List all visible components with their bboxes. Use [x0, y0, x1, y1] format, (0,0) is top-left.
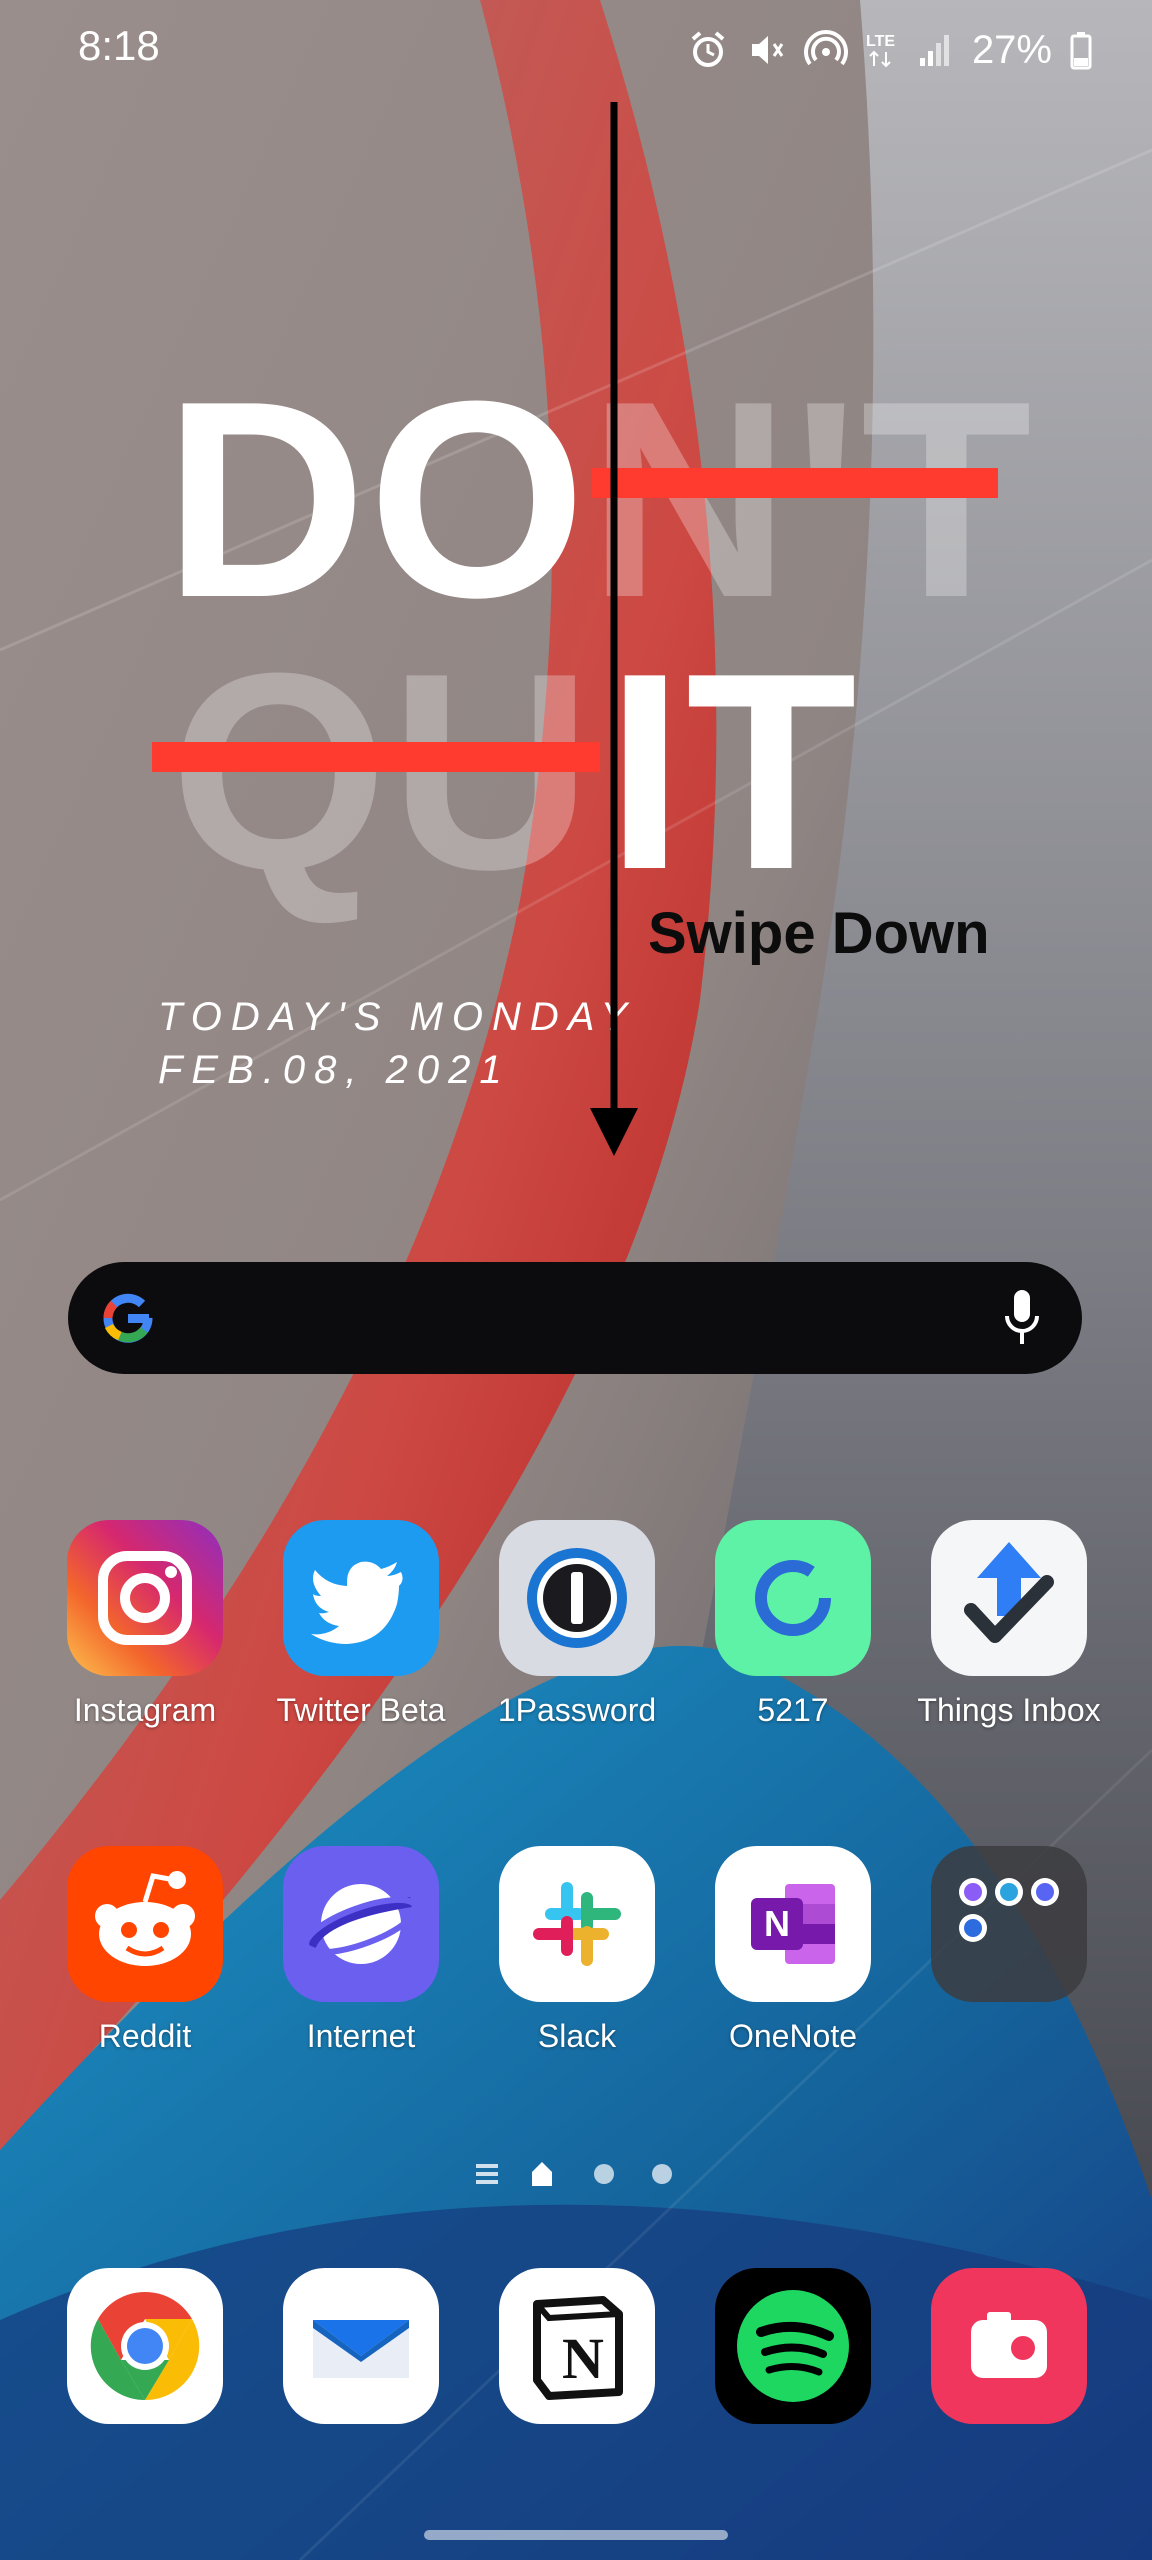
app-5217[interactable]: 5217 [688, 1520, 898, 1729]
slack-icon [499, 1846, 655, 2002]
app-label: OneNote [728, 2018, 858, 2054]
app-label: 5217 [757, 1692, 829, 1728]
dock-notion[interactable]: N [472, 2268, 682, 2424]
quote-word-qu: QU [170, 616, 594, 928]
app-label: Things Inbox [917, 1692, 1101, 1728]
app-label: Internet [306, 2018, 416, 2054]
app-label: Instagram [73, 1692, 217, 1728]
onenote-icon: N [715, 1846, 871, 2002]
google-icon [103, 1293, 153, 1343]
swipe-hint: Swipe Down [648, 901, 990, 966]
feed-page-icon[interactable] [476, 2164, 498, 2184]
instagram-icon [67, 1520, 223, 1676]
notion-icon: N [499, 2268, 655, 2424]
page-dot[interactable] [652, 2164, 672, 2184]
dock-email[interactable] [256, 2268, 466, 2424]
home-page-icon[interactable] [532, 2162, 552, 2186]
5217-icon [715, 1520, 871, 1676]
app-things-inbox[interactable]: Things Inbox [904, 1520, 1114, 1729]
app-internet[interactable]: Internet [256, 1846, 466, 2055]
dock-chrome[interactable] [40, 2268, 250, 2424]
svg-text:N: N [764, 1903, 790, 1944]
chrome-icon [67, 2268, 223, 2424]
app-1password[interactable]: 1Password [472, 1520, 682, 1729]
app-label: Twitter Beta [276, 1692, 446, 1728]
things-icon [931, 1520, 1087, 1676]
date-line-day: TODAY'S MONDAY [158, 995, 637, 1039]
app-instagram[interactable]: Instagram [40, 1520, 250, 1729]
internet-icon [283, 1846, 439, 2002]
page-dot[interactable] [594, 2164, 614, 2184]
app-label: Slack [537, 2018, 617, 2054]
quote-word-it: IT [606, 616, 859, 928]
twitter-icon [283, 1520, 439, 1676]
email-icon [283, 2268, 439, 2424]
svg-text:N: N [562, 2326, 604, 2391]
strikethrough-nt [592, 468, 998, 498]
gesture-nav-bar[interactable] [424, 2530, 728, 2540]
spotify-icon [715, 2268, 871, 2424]
app-twitter-beta[interactable]: Twitter Beta [256, 1520, 466, 1729]
quote-word-nt: N'T [588, 344, 1034, 656]
page-indicator[interactable] [470, 2156, 682, 2192]
dock-camera[interactable] [904, 2268, 1114, 2424]
app-folder[interactable] [904, 1846, 1114, 2018]
dock-spotify[interactable] [688, 2268, 898, 2424]
mic-icon[interactable] [1002, 1286, 1042, 1350]
app-onenote[interactable]: N OneNote [688, 1846, 898, 2055]
strikethrough-qu [152, 742, 600, 772]
date-line-date: FEB.08, 2021 [158, 1048, 511, 1092]
google-search-bar[interactable] [68, 1262, 1082, 1374]
reddit-icon [67, 1846, 223, 2002]
app-reddit[interactable]: Reddit [40, 1846, 250, 2055]
1password-icon [499, 1520, 655, 1676]
app-label: Reddit [98, 2018, 192, 2054]
app-label: 1Password [497, 1692, 657, 1728]
quote-widget: DO N'T QU IT Swipe Down TODAY'S MONDAY F… [0, 0, 1152, 1200]
camera-icon [931, 2268, 1087, 2424]
app-slack[interactable]: Slack [472, 1846, 682, 2055]
quote-word-do: DO [164, 344, 588, 656]
folder-icon [931, 1846, 1087, 2002]
